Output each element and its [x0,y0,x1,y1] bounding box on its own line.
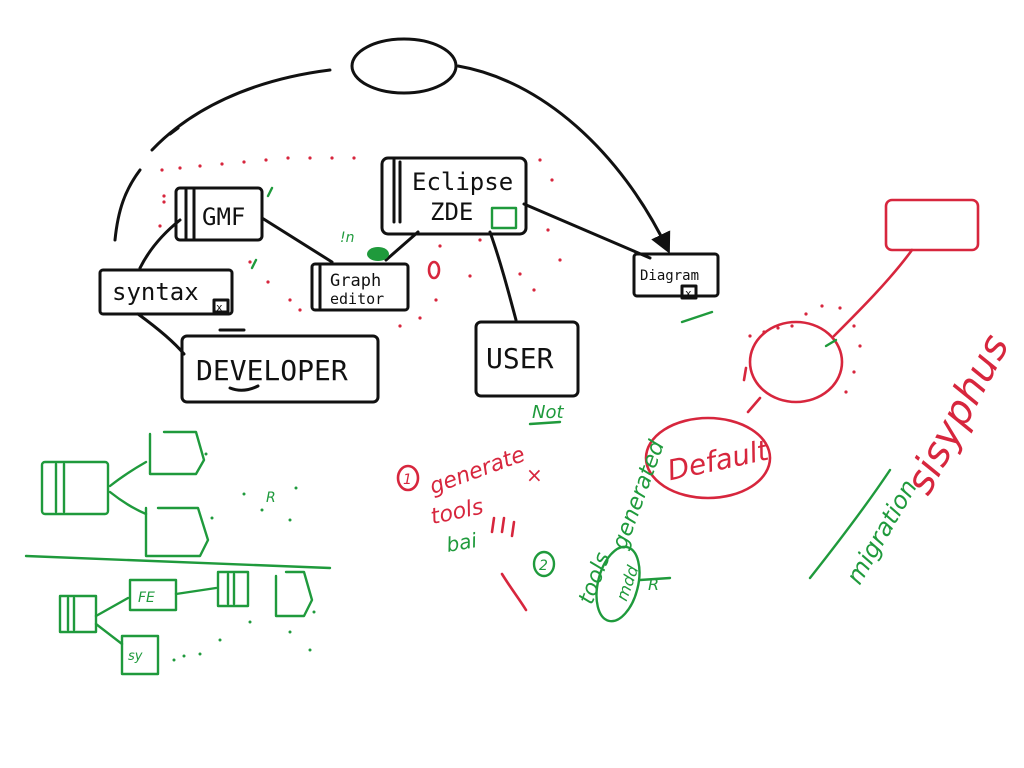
red-small-oval [427,260,441,280]
green-sy-label: sy [128,649,143,664]
red-right-diagram: Default sisyphus [644,198,1019,502]
developer-node: DEVELOPER [180,328,380,404]
bai-label: bai [444,528,479,557]
not-label: Not [532,402,564,423]
left-arc-lower [113,168,142,242]
diagram-x-mark: x [685,287,692,300]
developer-label: DEVELOPER [196,354,348,387]
green-blob [367,247,389,261]
tools-2-label: tools [574,549,616,607]
eclipse-to-diagram-line [522,202,652,260]
syntax-to-developer-line [136,312,186,356]
step1-marker: 1 [403,472,412,488]
generated-label: generated [608,436,671,552]
black-diagram: GMF Eclipse ZDE syntax x Graph editor Di… [98,37,720,404]
tools-1-label: tools [429,495,486,530]
generate-label: generate [426,442,528,500]
syntax-x-mark: x [216,301,223,314]
eclipse-green-square [490,206,518,230]
graph-editor-node: Graph editor [310,262,410,312]
green-small-box-1 [58,594,98,634]
green-root-box [40,460,110,516]
gmf-to-graph-line [260,216,334,264]
green-folder-bottom [144,506,210,558]
eclipse-to-user-line [488,230,518,322]
user-label: USER [486,342,554,375]
editor-label: editor [330,290,384,308]
gmf-label: GMF [202,203,245,231]
green-folder-small [274,570,314,618]
middle-notes: 1 generate Not tools × bai 2 generated t… [396,402,672,623]
red-circle-node [748,320,844,404]
green-folder-top [148,430,206,476]
eclipse-label: Eclipse [412,168,513,196]
diagram-node: Diagram x [632,252,720,300]
gmf-node: GMF [174,186,264,242]
graph-label: Graph [330,271,381,291]
green-tree-sketch: R FE sy [24,430,332,676]
green-r-mark-2: R [266,490,276,506]
diagram-label: Diagram [640,268,699,284]
green-top-mark: !n [340,230,355,246]
cross-mark: × [526,463,543,487]
green-fe-label: FE [138,590,155,606]
left-arc-connector [150,68,332,152]
step2-marker: 2 [539,558,548,574]
syntax-node: syntax x [98,268,234,316]
eclipse-to-graph-line [384,230,420,262]
whiteboard-canvas: GMF Eclipse ZDE syntax x Graph editor Di… [24,37,1019,676]
eclipse-zde-node: Eclipse ZDE [380,156,528,236]
migration-annotation: migration [808,468,923,589]
red-circle-to-default-line [746,396,762,414]
migration-label: migration [841,475,923,589]
user-node: USER [474,320,580,398]
red-box-to-circle-line [832,248,914,338]
red-top-box [884,198,980,252]
default-label: Default [664,434,772,488]
green-divider-line [24,554,332,570]
sisyphus-label: sisyphus [897,327,1019,502]
top-oval-node [350,37,458,95]
zde-label: ZDE [430,198,473,226]
syntax-label: syntax [112,278,199,306]
